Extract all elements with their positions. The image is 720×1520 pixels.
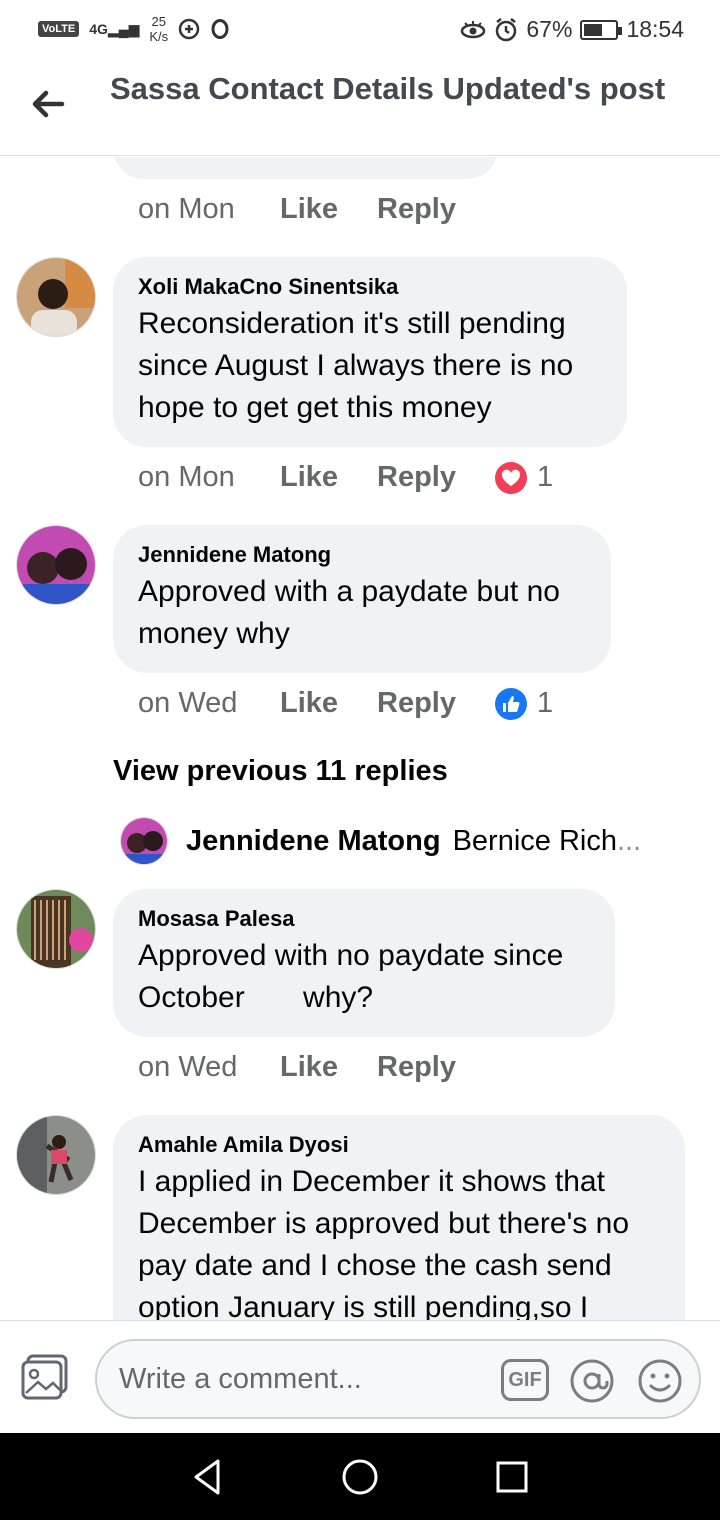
avatar[interactable]: [16, 1115, 96, 1195]
comment-bubble[interactable]: Amahle Amila Dyosi I applied in December…: [113, 1115, 685, 1320]
network-type: 4G: [89, 20, 108, 37]
reply-snippet: Bernice Rich: [452, 824, 617, 857]
photo-icon[interactable]: [20, 1353, 70, 1401]
view-previous-replies-link[interactable]: View previous 11 replies: [113, 755, 448, 788]
comment-author[interactable]: Mosasa Palesa: [138, 905, 590, 933]
like-button[interactable]: Like: [280, 193, 377, 226]
nav-home-icon[interactable]: [338, 1455, 382, 1499]
comment-text: Approved with no paydate since October w…: [138, 939, 572, 1014]
like-button[interactable]: Like: [280, 1051, 377, 1084]
reply-button[interactable]: Reply: [377, 1051, 495, 1084]
reaction-summary[interactable]: 1: [495, 687, 553, 720]
reaction-count: 1: [537, 461, 554, 493]
comment-input-placeholder: Write a comment...: [119, 1363, 362, 1395]
comments-feed[interactable]: on Mon Like Reply Xoli MakaCno Sinentsik…: [0, 157, 720, 1320]
comment-bubble[interactable]: Xoli MakaCno Sinentsika Reconsideration …: [113, 257, 627, 447]
reaction-summary[interactable]: 1: [495, 461, 553, 494]
comment-time[interactable]: on Mon: [138, 193, 280, 226]
comment-author[interactable]: Xoli MakaCno Sinentsika: [138, 273, 602, 301]
comment-actions: on Wed Like Reply 1: [138, 687, 553, 720]
comment-bubble: [113, 157, 498, 179]
status-bar: VoLTE 4G▂▄▆ 25 K/s 67% 18:54: [0, 0, 720, 62]
avatar[interactable]: [120, 817, 168, 865]
comment-actions: on Wed Like Reply: [138, 1051, 495, 1084]
comment-author[interactable]: Jennidene Matong: [138, 541, 586, 569]
comment-actions: on Mon Like Reply: [138, 193, 495, 226]
nav-recents-icon[interactable]: [490, 1455, 534, 1499]
signal-icon: 4G▂▄▆: [89, 20, 140, 37]
comment-composer: Write a comment... GIF: [0, 1320, 720, 1433]
heart-icon: [495, 461, 527, 494]
comment-bubble[interactable]: Jennidene Matong Approved with a paydate…: [113, 525, 611, 673]
comment-actions: on Mon Like Reply 1: [138, 461, 553, 494]
comment-time[interactable]: on Wed: [138, 1051, 280, 1084]
post-header: Sassa Contact Details Updated's post: [0, 62, 720, 156]
page-title: Sassa Contact Details Updated's post: [110, 71, 666, 106]
clock: 18:54: [626, 16, 684, 42]
network-speed-value: 25: [151, 14, 166, 29]
volte-indicator: VoLTE: [38, 21, 80, 37]
like-button[interactable]: Like: [280, 461, 377, 494]
thumbs-up-icon: [495, 687, 527, 720]
comment-text: Approved with a paydate but no money why: [138, 575, 560, 650]
battery-percent: 67%: [526, 16, 573, 42]
reply-preview[interactable]: Jennidene Matong Bernice Rich...: [120, 817, 641, 865]
battery-icon: [580, 19, 623, 40]
network-speed-unit: K/s: [149, 29, 169, 44]
reply-button[interactable]: Reply: [377, 193, 495, 226]
avatar[interactable]: [16, 525, 96, 605]
comment-author[interactable]: Amahle Amila Dyosi: [138, 1131, 660, 1159]
emoji-icon[interactable]: [637, 1358, 683, 1404]
comment-text: I applied in December it shows that Dece…: [138, 1165, 630, 1320]
reply-author[interactable]: Jennidene Matong: [186, 825, 441, 858]
comment-input[interactable]: Write a comment... GIF: [95, 1339, 701, 1419]
data-saver-icon: [178, 18, 200, 40]
gif-button[interactable]: GIF: [501, 1359, 549, 1401]
network-speed: 25 K/s: [149, 14, 168, 44]
comment-bubble[interactable]: Mosasa Palesa Approved with no paydate s…: [113, 889, 615, 1037]
nav-back-icon[interactable]: [186, 1455, 230, 1499]
like-button[interactable]: Like: [280, 687, 377, 720]
avatar[interactable]: [16, 889, 96, 969]
battery-fill: [584, 23, 603, 36]
reaction-count: 1: [537, 687, 554, 719]
comment-text: Reconsideration it's still pending since…: [138, 307, 574, 424]
reply-button[interactable]: Reply: [377, 461, 495, 494]
comment-time[interactable]: on Wed: [138, 687, 280, 720]
sync-icon: [211, 19, 229, 39]
mention-icon[interactable]: [569, 1358, 615, 1404]
avatar[interactable]: [16, 257, 96, 337]
comment-time[interactable]: on Mon: [138, 461, 280, 494]
alarm-icon: [496, 17, 517, 41]
reply-button[interactable]: Reply: [377, 687, 495, 720]
eye-comfort-icon: [461, 20, 486, 38]
reply-ellipsis: ...: [616, 824, 642, 857]
system-nav-bar: [0, 1433, 720, 1520]
back-arrow-icon[interactable]: [28, 84, 68, 124]
